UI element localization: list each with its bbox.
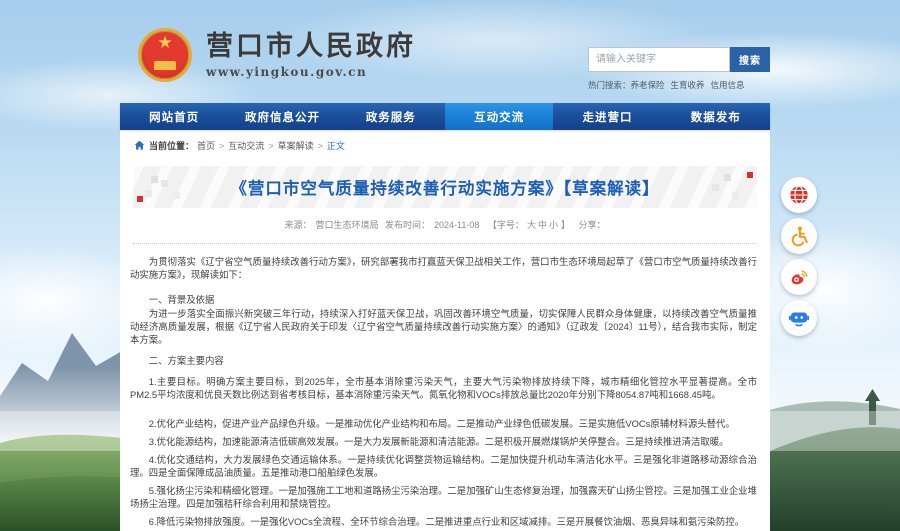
font-size-medium[interactable]: 中 (538, 220, 547, 230)
search-area: 搜索 热门搜索：养老保险生育收养信用信息 (588, 47, 770, 91)
meta-date: 2024-11-08 (434, 220, 479, 230)
floating-toolbar (781, 177, 817, 341)
section-heading: 二、方案主要内容 (130, 354, 757, 367)
share-label: 分享： (579, 220, 606, 230)
paragraph: 5.强化扬尘污染和精细化管理。一是加强施工工地和道路扬尘污染治理。二是加强矿山生… (130, 484, 757, 510)
accessibility-button[interactable] (781, 218, 817, 254)
nav-item-services[interactable]: 政务服务 (337, 103, 445, 130)
article-title-banner: 《营口市空气质量持续改善行动实施方案》【草案解读】 (133, 166, 757, 208)
hot-search-row: 热门搜索：养老保险生育收养信用信息 (588, 79, 770, 91)
breadcrumb-interaction[interactable]: 互动交流 (228, 139, 264, 152)
nav-item-interaction[interactable]: 互动交流 (445, 103, 553, 130)
breadcrumb-label: 当前位置： (149, 139, 194, 152)
paragraph: 3.优化能源结构，加速能源清洁低碳高效发展。一是大力发展新能源和清洁能源。二是积… (130, 435, 757, 448)
site-logo[interactable]: ★ 营口市人民政府 www.yingkou.gov.cn (138, 28, 416, 82)
paragraph: 6.降低污染物排放强度。一是强化VOCs全流程、全环节综合治理。二是推进重点行业… (130, 515, 757, 528)
paragraph: 为进一步落实全面振兴新突破三年行动，持续深入打好蓝天保卫战，巩固改善环境空气质量… (130, 307, 757, 346)
paragraph: 2.优化产业结构，促进产业产品绿色升级。一是推动优化产业结构和布局。二是推动产业… (130, 417, 757, 430)
breadcrumb-home[interactable]: 首页 (197, 139, 215, 152)
national-emblem-icon: ★ (138, 28, 192, 82)
banner-decoration (137, 196, 143, 202)
search-button[interactable]: 搜索 (730, 47, 770, 72)
section-heading: 一、背景及依据 (130, 293, 757, 306)
weibo-icon (788, 266, 810, 288)
nav-item-about[interactable]: 走进营口 (553, 103, 661, 130)
hot-search-link[interactable]: 养老保险 (631, 80, 665, 90)
globe-icon (788, 184, 810, 206)
meta-source: 营口生态环境局 (315, 220, 378, 230)
paragraph: 为贯彻落实《辽宁省空气质量持续改善行动方案》，研究部署我市打赢蓝天保卫战相关工作… (130, 255, 757, 281)
hot-search-link[interactable]: 信用信息 (711, 80, 745, 90)
chatbot-icon (788, 307, 810, 329)
banner-decoration (151, 176, 158, 183)
main-nav: 网站首页 政府信息公开 政务服务 互动交流 走进营口 数据发布 (120, 103, 770, 130)
banner-decoration (724, 174, 731, 181)
font-size-large[interactable]: 大 (527, 220, 536, 230)
paragraph: 4.优化交通结构，大力发展绿色交通运输体系。一是持续优化调整货物运输结构。二是加… (130, 453, 757, 479)
site-title: 营口市人民政府 (206, 32, 416, 62)
site-url: www.yingkou.gov.cn (206, 65, 416, 79)
paragraph: 1.主要目标。明确方案主要目标，到2025年，全市基本消除重污染天气，主要大气污… (130, 375, 757, 401)
font-size-small[interactable]: 小 (549, 220, 558, 230)
breadcrumb-current: 正文 (327, 139, 345, 152)
breadcrumb: 当前位置： 首页 > 互动交流 > 草案解读 > 正文 (120, 130, 770, 152)
chatbot-button[interactable] (781, 300, 817, 336)
meta-date-label: 发布时间： (385, 220, 430, 230)
hot-search-link[interactable]: 生育收养 (671, 80, 705, 90)
banner-decoration (747, 172, 753, 178)
nav-item-home[interactable]: 网站首页 (120, 103, 228, 130)
font-size-control: 【字号：大中小】 (486, 220, 572, 230)
meta-source-label: 来源： (284, 220, 311, 230)
hot-search-label: 热门搜索： (588, 80, 631, 90)
article-body: 为贯彻落实《辽宁省空气质量持续改善行动方案》，研究部署我市打赢蓝天保卫战相关工作… (120, 244, 770, 531)
home-icon (134, 140, 145, 151)
nav-item-info[interactable]: 政府信息公开 (228, 103, 336, 130)
nav-item-data[interactable]: 数据发布 (662, 103, 770, 130)
weibo-button[interactable] (781, 259, 817, 295)
search-input[interactable] (588, 47, 730, 72)
article-meta: 来源： 营口生态环境局 发布时间： 2024-11-08 【字号：大中小】 分享： (133, 208, 757, 244)
article-title: 《营口市空气质量持续改善行动实施方案》【草案解读】 (230, 175, 659, 199)
content-panel: 当前位置： 首页 > 互动交流 > 草案解读 > 正文 《营口市空气质量持续改善… (120, 130, 770, 531)
globe-button[interactable] (781, 177, 817, 213)
breadcrumb-draft[interactable]: 草案解读 (278, 139, 314, 152)
accessibility-icon (788, 225, 810, 247)
